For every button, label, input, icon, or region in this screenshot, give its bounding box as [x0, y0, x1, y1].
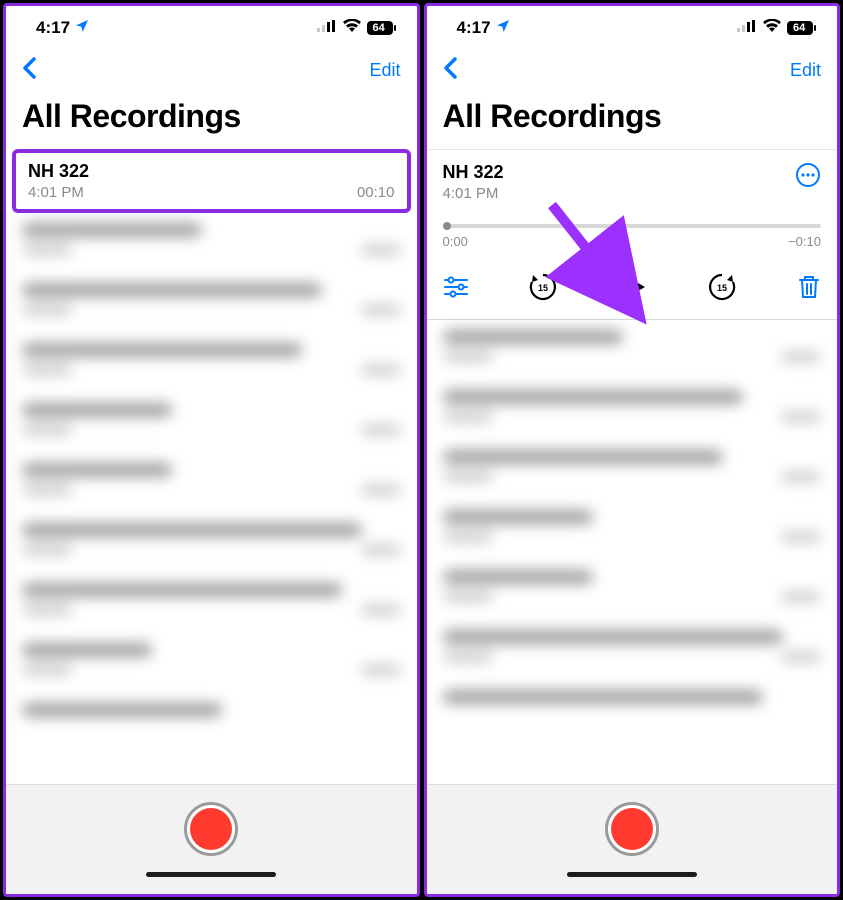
recording-title: NH 322	[443, 162, 504, 183]
phone-right: 4:17 64 Edit All Recordings	[424, 3, 841, 897]
playback-scrubber[interactable]: 0:00 −0:10	[443, 224, 822, 249]
location-icon	[495, 18, 511, 39]
recording-title: NH 322	[28, 161, 395, 182]
home-indicator[interactable]	[567, 872, 697, 877]
play-button[interactable]	[618, 272, 648, 302]
recording-time: 4:01 PM	[28, 184, 84, 201]
wifi-icon	[763, 19, 781, 37]
recording-duration: 00:10	[357, 184, 395, 201]
phone-left: 4:17 64 Edit All Recordings NH 322	[3, 3, 420, 897]
skip-forward-15-button[interactable]: 15	[706, 271, 738, 303]
back-button[interactable]	[22, 57, 36, 84]
skip-back-15-button[interactable]: 15	[527, 271, 559, 303]
playback-options-button[interactable]	[443, 276, 469, 298]
edit-button[interactable]: Edit	[369, 60, 400, 81]
status-right: 64	[317, 19, 397, 37]
record-button[interactable]	[184, 802, 238, 856]
remaining-time: −0:10	[788, 234, 821, 249]
status-bar: 4:17 64	[427, 6, 838, 50]
svg-text:15: 15	[717, 283, 727, 293]
status-bar: 4:17 64	[6, 6, 417, 50]
recording-time: 4:01 PM	[443, 185, 504, 202]
battery-icon: 64	[787, 21, 817, 35]
svg-text:15: 15	[538, 283, 548, 293]
record-bar	[6, 784, 417, 894]
cellular-icon	[737, 19, 757, 37]
blurred-list	[6, 213, 417, 784]
edit-button[interactable]: Edit	[790, 60, 821, 81]
record-button[interactable]	[605, 802, 659, 856]
more-button[interactable]	[795, 162, 821, 193]
battery-icon: 64	[367, 21, 397, 35]
record-icon	[190, 808, 232, 850]
elapsed-time: 0:00	[443, 234, 468, 249]
page-title: All Recordings	[6, 90, 417, 149]
recording-row-selected[interactable]: NH 322 4:01 PM 00:10	[12, 149, 411, 213]
blurred-list	[427, 320, 838, 784]
delete-button[interactable]	[797, 274, 821, 300]
status-time: 4:17	[36, 18, 70, 38]
back-button[interactable]	[443, 57, 457, 84]
wifi-icon	[343, 19, 361, 37]
recording-expanded: NH 322 4:01 PM 0:00 −0:10 15	[427, 149, 838, 320]
record-bar	[427, 784, 838, 894]
status-right: 64	[737, 19, 817, 37]
home-indicator[interactable]	[146, 872, 276, 877]
nav-bar: Edit	[6, 50, 417, 90]
page-title: All Recordings	[427, 90, 838, 149]
location-icon	[74, 18, 90, 39]
record-icon	[611, 808, 653, 850]
status-time: 4:17	[457, 18, 491, 38]
cellular-icon	[317, 19, 337, 37]
nav-bar: Edit	[427, 50, 838, 90]
annotation-arrow-icon	[542, 195, 662, 325]
